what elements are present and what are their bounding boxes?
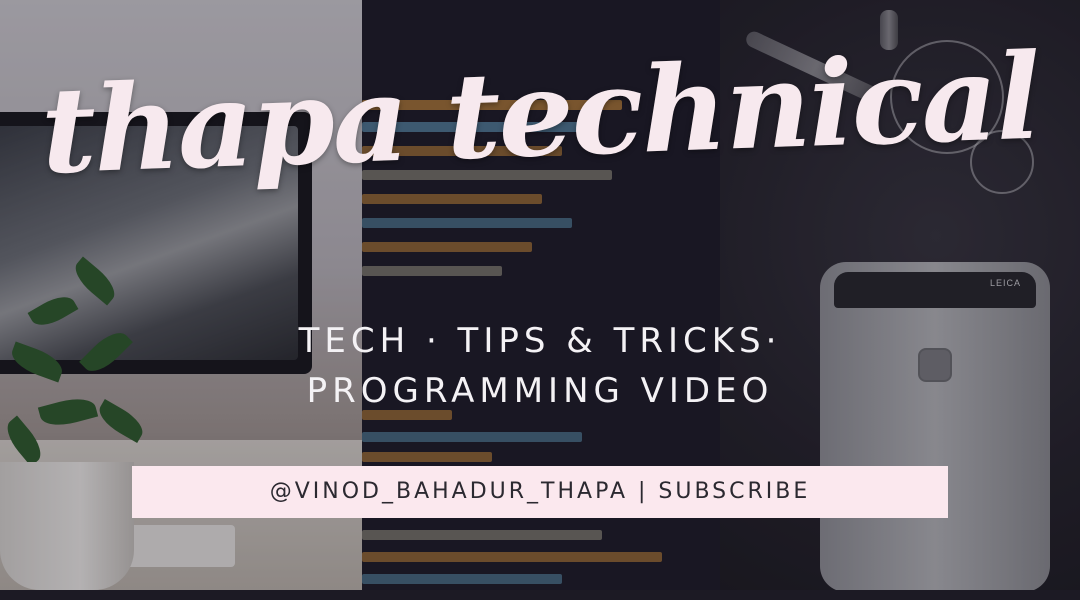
channel-title: thapa technical <box>38 26 1041 201</box>
subscribe-handle-text: @VINOD_BAHADUR_THAPA | SUBSCRIBE <box>269 479 811 504</box>
subscribe-bar: @VINOD_BAHADUR_THAPA | SUBSCRIBE <box>132 466 948 518</box>
tagline-line-1: TECH · TIPS & TRICKS· <box>298 321 782 361</box>
channel-banner: LEICA thapa technical TECH · TIPS & TRIC… <box>0 0 1080 590</box>
tagline-line-2: PROGRAMMING VIDEO <box>306 371 774 411</box>
